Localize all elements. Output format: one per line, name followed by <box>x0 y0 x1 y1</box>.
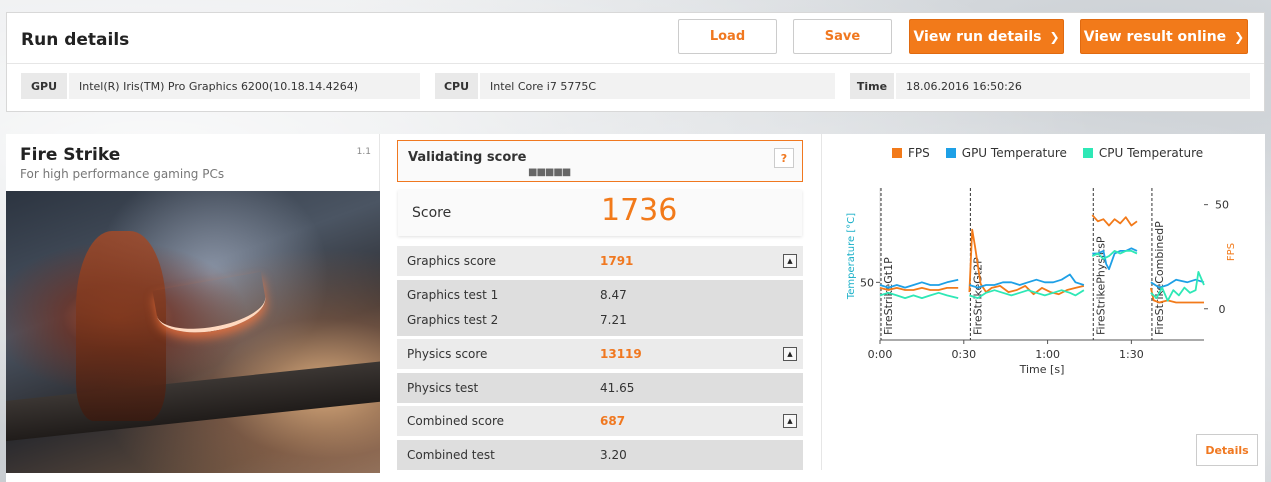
image-sword <box>152 271 270 341</box>
legend-label-fps: FPS <box>908 146 930 160</box>
physics-score-label: Physics score <box>407 347 488 361</box>
x-tick-label: 1:30 <box>1119 348 1144 361</box>
x-axis-label: Time [s] <box>1019 363 1065 376</box>
page-title: Run details <box>21 30 130 50</box>
score-box: Score 1736 <box>398 190 802 236</box>
score-value: 1736 <box>601 193 678 228</box>
graphics-test-2-value: 7.21 <box>600 313 627 327</box>
combined-test-label: Combined test <box>407 448 495 462</box>
combined-test-value: 3.20 <box>600 448 627 462</box>
benchmark-subtitle: For high performance gaming PCs <box>20 167 225 181</box>
y-right-tick-label: 50 <box>1215 199 1229 212</box>
graphics-test-1-label: Graphics test 1 <box>407 288 499 302</box>
validating-progress: ■■■■■ <box>528 167 571 178</box>
physics-test-value: 41.65 <box>600 381 635 395</box>
physics-test-label: Physics test <box>407 381 479 395</box>
combined-score-row: Combined score 687 ▲ <box>397 406 803 436</box>
graphics-test-1-value: 8.47 <box>600 288 627 302</box>
benchmark-title: Fire Strike <box>20 145 121 165</box>
image-fire-creature <box>76 231 166 421</box>
run-details-panel: Run details Load Save View run details ❯… <box>6 12 1265 112</box>
legend-label-cpu-temp: CPU Temperature <box>1098 146 1204 160</box>
graphics-test-2-label: Graphics test 2 <box>407 313 499 327</box>
y-left-tick-label: 50 <box>860 276 874 289</box>
gpu-value: Intel(R) Iris(TM) Pro Graphics 6200(10.1… <box>69 73 420 99</box>
gpu-info: GPU Intel(R) Iris(TM) Pro Graphics 6200(… <box>21 73 420 99</box>
cpu-label: CPU <box>435 73 480 99</box>
benchmark-card: Fire Strike 1.1 For high performance gam… <box>6 134 380 473</box>
collapse-graphics-button[interactable]: ▲ <box>783 254 797 268</box>
legend-item-cpu-temp: CPU Temperature <box>1082 146 1204 160</box>
combined-score-value: 687 <box>600 414 626 428</box>
details-button-label: Details <box>1205 443 1249 457</box>
section-label: FireStrikePhysicsP <box>1094 236 1107 335</box>
score-label: Score <box>412 205 452 221</box>
divider <box>7 63 1264 64</box>
section-label: FireStrikeGt1P <box>882 257 895 335</box>
section-label: FireStrikeCombinedP <box>1153 221 1166 335</box>
physics-score-value: 13119 <box>600 347 642 361</box>
y-left-axis-label: Temperature [°C] <box>846 213 857 300</box>
time-info: Time 18.06.2016 16:50:26 <box>850 73 1250 99</box>
series-line-fps <box>1091 214 1138 227</box>
x-tick-label: 1:00 <box>1035 348 1060 361</box>
y-right-tick-label: 0 <box>1219 303 1226 316</box>
image-ledge <box>6 360 380 442</box>
graphics-score-value: 1791 <box>600 254 634 268</box>
x-tick-label: 0:00 <box>868 348 893 361</box>
legend-item-gpu-temp: GPU Temperature <box>945 146 1067 160</box>
legend-swatch-cpu-temp <box>1082 148 1093 158</box>
monitoring-chart-panel: FPS GPU Temperature CPU Temperature Fire… <box>821 134 1265 470</box>
view-run-details-button[interactable]: View run details ❯ <box>909 19 1064 54</box>
gpu-label: GPU <box>21 73 69 99</box>
physics-score-row: Physics score 13119 ▲ <box>397 339 803 369</box>
graphics-score-row: Graphics score 1791 ▲ <box>397 246 803 276</box>
validating-score-box: Validating score ■■■■■ ? <box>397 140 803 182</box>
view-result-online-label: View result online <box>1083 28 1227 45</box>
legend-swatch-fps <box>892 148 902 158</box>
legend-label-gpu-temp: GPU Temperature <box>961 146 1067 160</box>
cpu-value: Intel Core i7 5775C <box>480 73 835 99</box>
monitoring-chart: FireStrikeGt1P FireStrikeGt2P FireStrikePh… <box>846 188 1237 376</box>
details-button[interactable]: Details <box>1196 434 1258 466</box>
x-tick-label: 0:30 <box>951 348 976 361</box>
load-button[interactable]: Load <box>678 19 777 54</box>
cpu-info: CPU Intel Core i7 5775C <box>435 73 835 99</box>
legend-swatch-gpu-temp <box>945 148 956 158</box>
view-run-details-label: View run details <box>913 28 1042 45</box>
benchmark-image <box>6 191 380 473</box>
legend-item-fps: FPS <box>892 146 930 160</box>
view-result-online-button[interactable]: View result online ❯ <box>1080 19 1248 54</box>
save-button-label: Save <box>824 29 861 44</box>
time-label: Time <box>850 73 896 99</box>
chevron-right-icon: ❯ <box>1234 29 1245 44</box>
benchmark-version: 1.1 <box>356 147 371 157</box>
time-value: 18.06.2016 16:50:26 <box>896 73 1250 99</box>
graphics-tests-group: Graphics test 1 8.47 Graphics test 2 7.2… <box>397 280 803 336</box>
save-button[interactable]: Save <box>793 19 892 54</box>
help-button[interactable]: ? <box>774 148 794 168</box>
y-right-axis-label: FPS <box>1226 243 1237 261</box>
load-button-label: Load <box>709 29 746 44</box>
combined-tests-group: Combined test 3.20 <box>397 440 803 470</box>
result-panel: Fire Strike 1.1 For high performance gam… <box>6 134 1265 482</box>
chart-legend: FPS GPU Temperature CPU Temperature <box>892 146 1203 160</box>
graphics-score-label: Graphics score <box>407 254 497 268</box>
validating-label: Validating score <box>408 150 527 165</box>
collapse-physics-button[interactable]: ▲ <box>783 347 797 361</box>
collapse-combined-button[interactable]: ▲ <box>783 414 797 428</box>
chevron-right-icon: ❯ <box>1049 29 1060 44</box>
series-line-gpu-temp <box>969 273 1085 289</box>
combined-score-label: Combined score <box>407 414 505 428</box>
physics-tests-group: Physics test 41.65 <box>397 373 803 403</box>
